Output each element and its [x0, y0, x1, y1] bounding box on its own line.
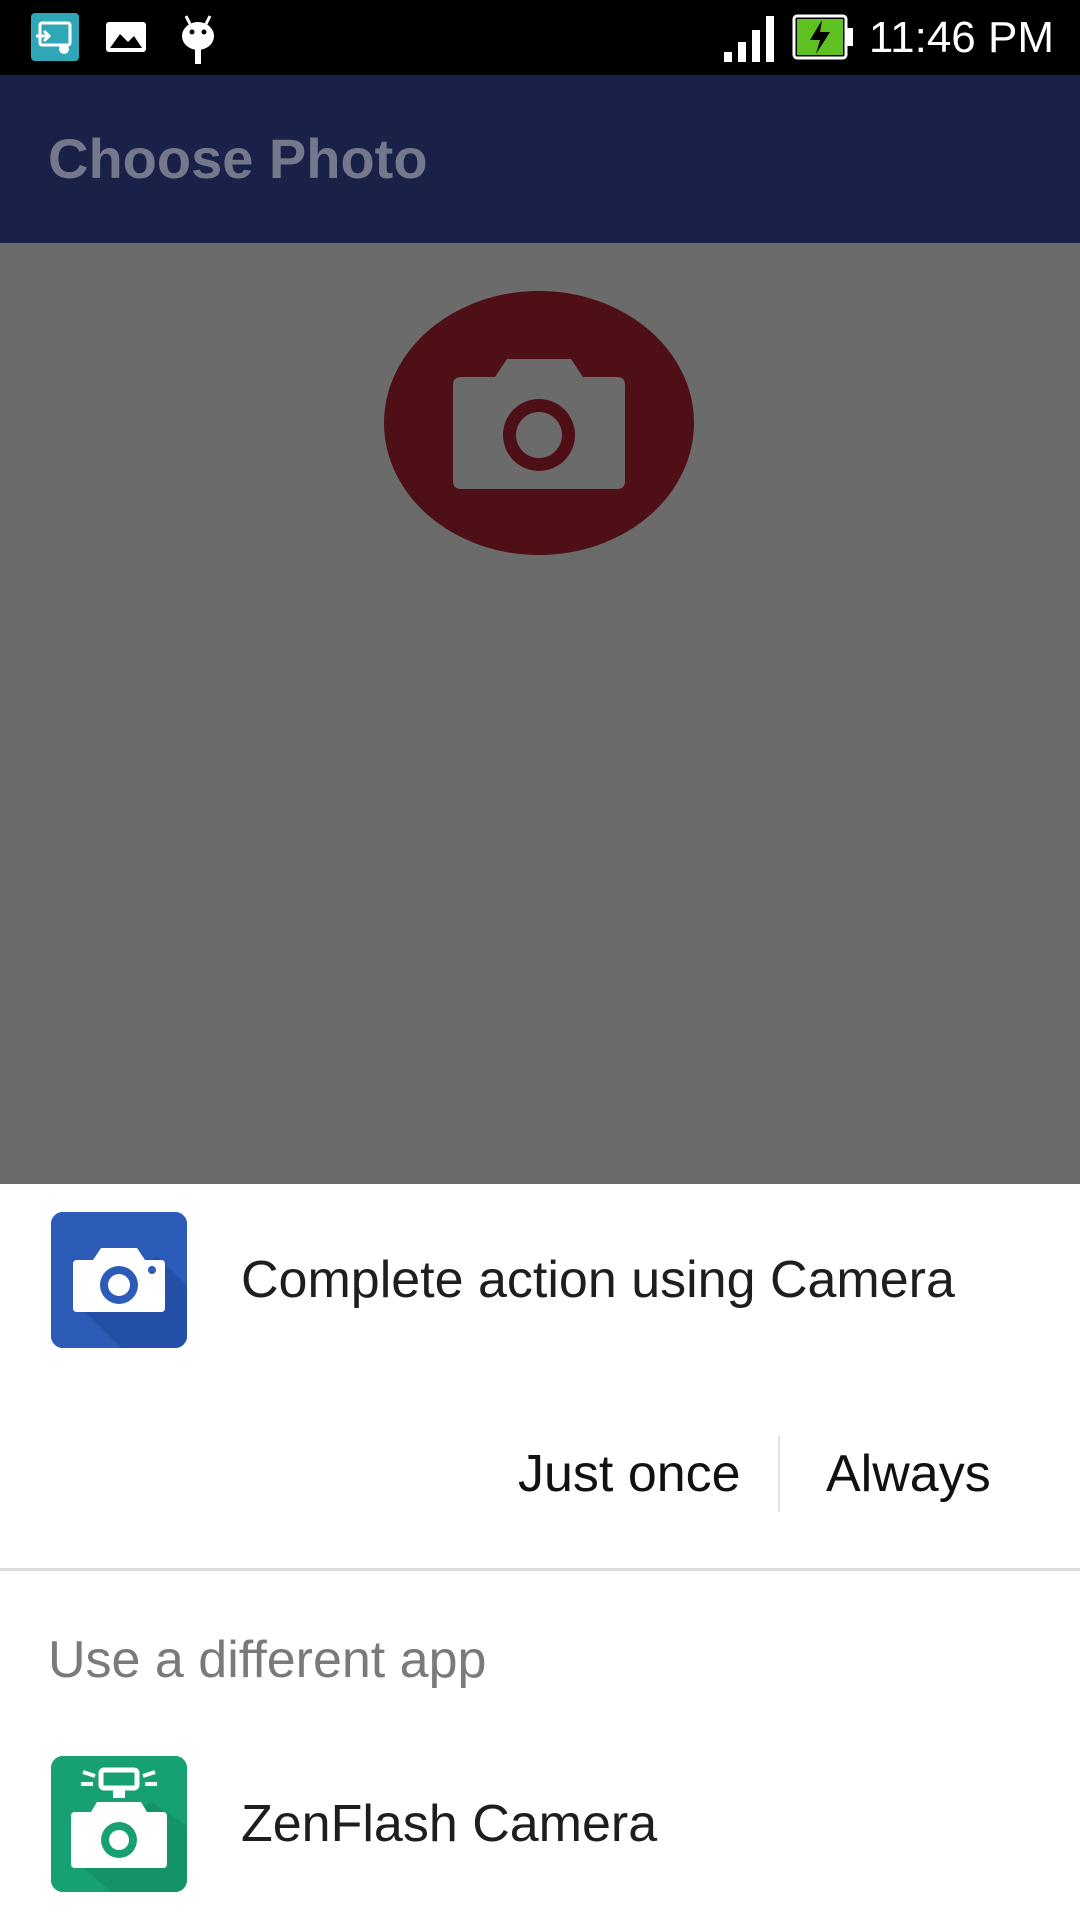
zenflash-camera-icon — [51, 1756, 187, 1892]
android-debug-icon — [176, 12, 220, 71]
content-scrim[interactable] — [0, 243, 1080, 1185]
chooser-dialog: Complete action using Camera Just once A… — [0, 1184, 1080, 1920]
status-bar: 11:46 PM — [0, 0, 1080, 75]
status-time: 11:46 PM — [868, 13, 1054, 62]
dialog-title: Complete action using Camera — [241, 1251, 955, 1309]
always-button[interactable]: Always — [826, 1444, 991, 1504]
button-divider — [778, 1436, 780, 1512]
screen: 11:46 PM Choose Photo Complete action us… — [0, 0, 1080, 1920]
signal-icon — [722, 14, 778, 69]
battery-charging-icon — [792, 14, 854, 65]
page-title: Choose Photo — [48, 127, 428, 190]
take-photo-button[interactable] — [384, 291, 694, 555]
app-name-zenflash: ZenFlash Camera — [241, 1795, 658, 1853]
app-bar: Choose Photo — [0, 75, 1080, 243]
just-once-button[interactable]: Just once — [518, 1444, 741, 1504]
screen-cast-icon — [30, 12, 80, 67]
other-apps-label: Use a different app — [48, 1631, 487, 1689]
image-icon — [104, 12, 148, 67]
camera-icon — [449, 357, 629, 496]
section-divider — [0, 1568, 1080, 1571]
camera-app-icon — [51, 1212, 187, 1348]
